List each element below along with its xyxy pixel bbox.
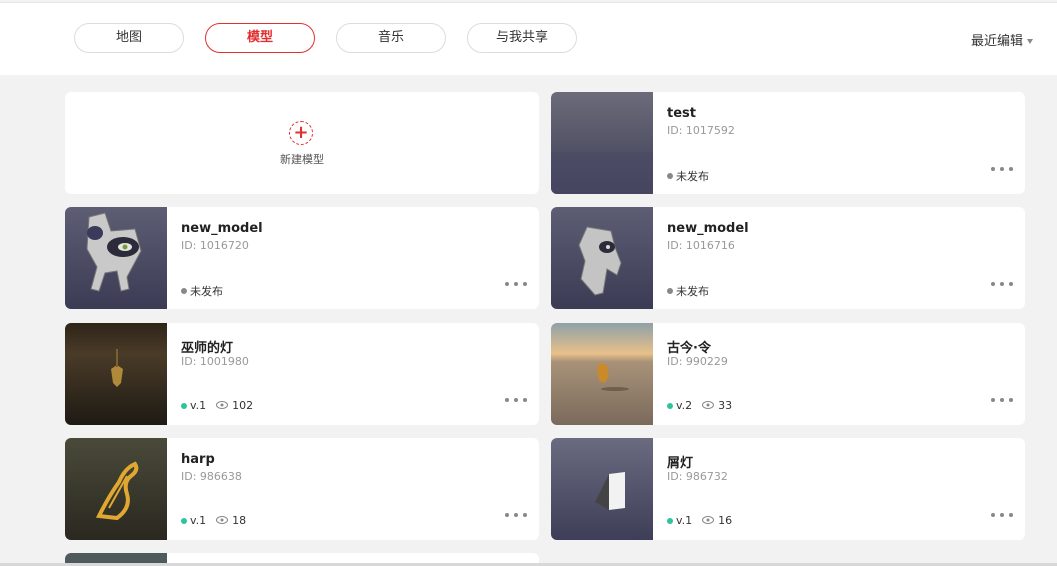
more-options-button[interactable] [505,277,527,291]
status-dot [667,402,673,409]
model-thumbnail [65,207,167,309]
version-label: v.1 [190,514,207,527]
eye-icon [216,514,229,527]
model-card[interactable]: harp ID: 986638 v.1 18 [65,438,539,540]
new-model-card[interactable]: + 新建模型 [65,92,539,194]
model-name: 屑灯 [667,456,694,471]
version-label: v.2 [676,399,693,412]
model-name: new_model [181,221,263,236]
status-line: v.1 102 [181,399,253,412]
more-options-button[interactable] [991,162,1013,176]
eye-icon [216,399,229,412]
model-card[interactable]: 古今·令 ID: 990229 v.2 33 [551,323,1025,425]
more-options-button[interactable] [505,508,527,522]
model-thumbnail [551,92,653,194]
status-line: 未发布 [667,168,709,184]
eye-icon [702,514,715,527]
new-model-label: 新建模型 [280,153,324,166]
status-line: v.2 33 [667,399,732,412]
plus-icon: + [289,121,313,145]
model-card[interactable]: 巫师的灯 ID: 1001980 v.1 102 [65,323,539,425]
model-name: 古今·令 [667,341,711,356]
more-options-button[interactable] [991,508,1013,522]
status-dot [181,288,187,294]
model-name: new_model [667,221,749,236]
sort-dropdown[interactable]: 最近编辑 [971,30,1033,49]
status-dot [181,402,187,409]
view-count: 16 [718,514,733,527]
model-thumbnail [65,438,167,540]
status-dot [181,517,187,524]
tab-models[interactable]: 模型 [205,23,315,53]
model-card[interactable]: test ID: 1017592 未发布 [551,92,1025,194]
version-label: v.1 [190,399,207,412]
model-card[interactable]: new_model ID: 1016716 未发布 [551,207,1025,309]
caret-down-icon [1027,39,1033,44]
version-label: v.1 [676,514,693,527]
more-options-button[interactable] [505,393,527,407]
model-thumbnail [551,207,653,309]
view-count: 33 [718,399,733,412]
model-card[interactable]: new_model ID: 1016720 未发布 [65,207,539,309]
status-dot [667,288,673,294]
model-card-partial[interactable] [65,553,539,563]
model-thumbnail [551,438,653,540]
model-thumbnail [551,323,653,425]
model-card[interactable]: 屑灯 ID: 986732 v.1 16 [551,438,1025,540]
status-label: 未发布 [676,285,709,298]
status-dot [667,517,673,524]
model-thumbnail [65,553,167,563]
tab-map[interactable]: 地图 [74,23,184,53]
status-line: 未发布 [181,283,223,299]
tab-shared-with-me[interactable]: 与我共享 [467,23,577,53]
status-dot [667,173,673,179]
model-name: test [667,106,696,121]
status-line: 未发布 [667,283,709,299]
tab-music[interactable]: 音乐 [336,23,446,53]
model-id: ID: 1016720 [181,239,249,252]
sort-label: 最近编辑 [970,34,1023,49]
model-id: ID: 1001980 [181,355,249,368]
more-options-button[interactable] [991,277,1013,291]
model-thumbnail [65,323,167,425]
model-name: 巫师的灯 [181,341,234,356]
model-id: ID: 990229 [667,355,728,368]
model-id: ID: 1016716 [667,239,735,252]
status-line: v.1 18 [181,514,246,527]
more-options-button[interactable] [991,393,1013,407]
view-count: 102 [232,399,254,412]
view-count: 18 [232,514,247,527]
status-label: 未发布 [190,285,223,298]
model-name: harp [181,452,215,467]
model-id: ID: 986732 [667,470,728,483]
status-line: v.1 16 [667,514,732,527]
model-id: ID: 986638 [181,470,242,483]
top-bar: 地图 模型 音乐 与我共享 最近编辑 [0,2,1057,75]
model-id: ID: 1017592 [667,124,735,137]
status-label: 未发布 [676,170,709,183]
eye-icon [702,399,715,412]
